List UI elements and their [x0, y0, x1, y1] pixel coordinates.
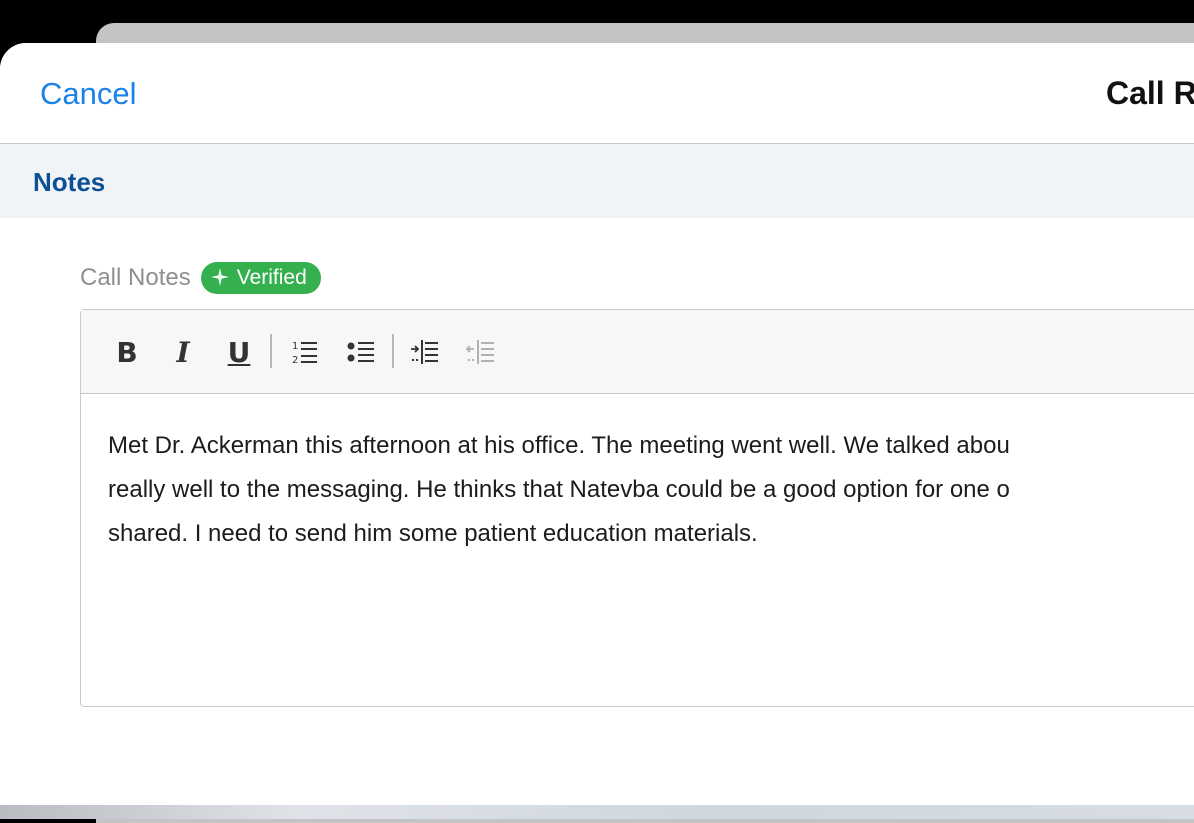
page-title: Call R: [1106, 75, 1194, 111]
bold-icon: B: [116, 335, 138, 369]
call-notes-label-row: Call Notes Verified: [80, 261, 321, 295]
italic-icon: I: [176, 335, 190, 369]
bottom-strip: [0, 805, 1194, 819]
bold-button[interactable]: B: [107, 332, 147, 372]
outdent-icon: [466, 340, 494, 364]
section-title: Notes: [33, 167, 106, 197]
nav-bar: Cancel Call R: [0, 43, 1194, 144]
svg-text:1: 1: [292, 341, 298, 352]
sparkle-icon: [210, 268, 229, 286]
notes-text-line: Met Dr. Ackerman this afternoon at his o…: [108, 432, 1010, 459]
numbered-list-button[interactable]: 1 2: [285, 332, 325, 372]
notes-text-line: really well to the messaging. He thinks …: [108, 476, 1010, 503]
numbered-list-icon: 1 2: [292, 341, 317, 365]
call-notes-editor: B I U 1 2 Met Dr. Ackerman this afternoo…: [80, 309, 1194, 707]
verified-badge-label: Verified: [236, 266, 307, 289]
indent-button[interactable]: [405, 332, 445, 372]
notes-section-header: Notes: [0, 144, 1194, 218]
cancel-button[interactable]: Cancel: [40, 75, 137, 113]
toolbar-divider: [270, 334, 272, 368]
bulleted-list-icon: [347, 342, 374, 362]
toolbar-divider: [392, 334, 394, 368]
formatting-toolbar: B I U 1 2: [81, 310, 1194, 394]
call-notes-label: Call Notes: [80, 264, 191, 291]
underline-button[interactable]: U: [219, 332, 259, 372]
underline-icon: U: [227, 335, 251, 369]
italic-button[interactable]: I: [163, 332, 203, 372]
notes-text-area[interactable]: Met Dr. Ackerman this afternoon at his o…: [108, 424, 1194, 556]
notes-text-line: shared. I need to send him some patient …: [108, 520, 758, 547]
indent-icon: [411, 340, 438, 364]
svg-text:2: 2: [292, 355, 298, 365]
call-report-sheet: Cancel Call R Notes Call Notes Verified …: [0, 43, 1194, 805]
verified-badge: Verified: [200, 262, 321, 294]
bulleted-list-button[interactable]: [341, 332, 381, 372]
outdent-button[interactable]: [461, 332, 501, 372]
